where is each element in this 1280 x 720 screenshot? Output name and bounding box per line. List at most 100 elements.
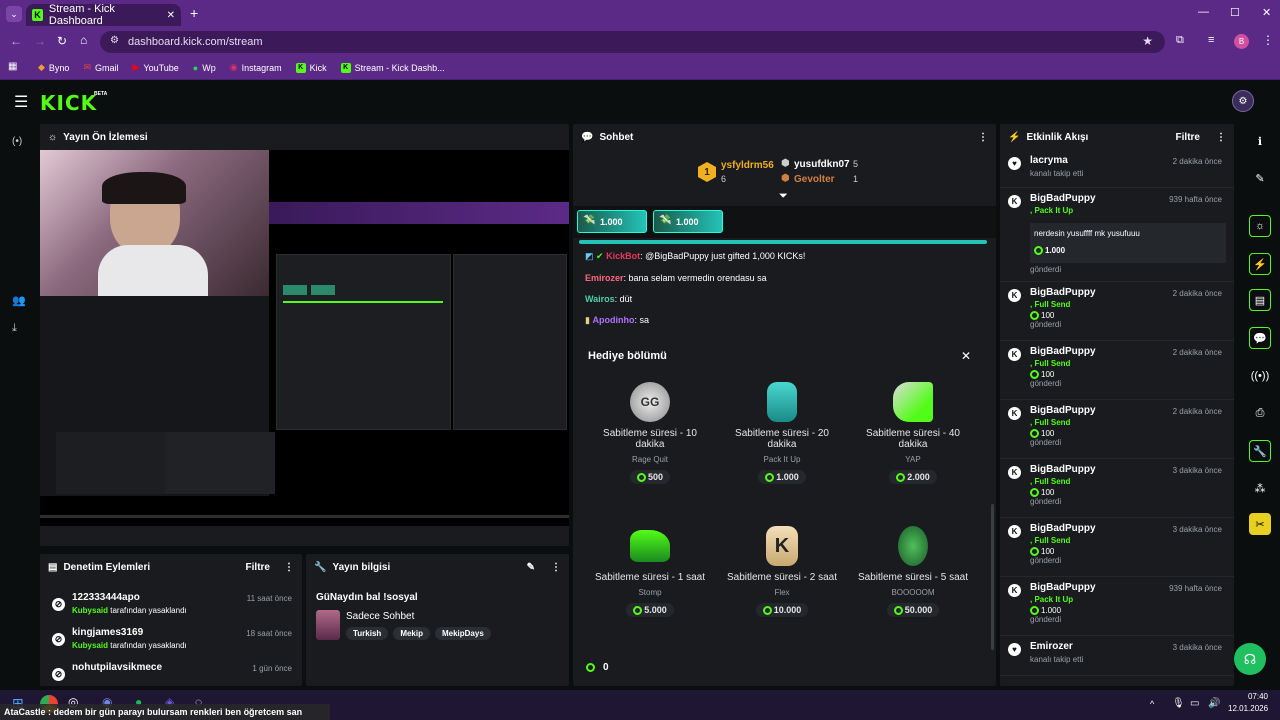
pen-icon[interactable]: ✎: [1249, 167, 1271, 189]
gift-card[interactable]: Sabitleme süresi - 40 dakika YAP 2.000: [853, 382, 973, 485]
feed-item[interactable]: K BigBadPuppy , Full Send 100 gönderdi 3…: [1000, 518, 1234, 577]
pinned-gift-2[interactable]: 💸 1.000: [653, 210, 723, 233]
mod-filter-button[interactable]: Filtre: [246, 562, 270, 573]
category-name[interactable]: Sadece Sohbet: [346, 611, 414, 622]
leader-second-name[interactable]: yusufdkn07: [794, 159, 850, 170]
mod-kebab-icon[interactable]: ⋮: [284, 562, 294, 573]
profile-avatar[interactable]: B: [1234, 34, 1249, 49]
bookmark-gmail[interactable]: ✉ Gmail: [83, 62, 118, 73]
reload-icon[interactable]: ↻: [57, 34, 67, 48]
new-tab-icon[interactable]: +: [190, 5, 198, 21]
video-preview[interactable]: [40, 150, 569, 526]
mic-icon[interactable]: 🎙: [1172, 698, 1185, 709]
bookmark-kick[interactable]: K Kick: [295, 62, 327, 73]
kicks-balance[interactable]: 0: [586, 657, 620, 677]
bookmark-byno[interactable]: ◆ Byno: [38, 62, 69, 73]
media-icon[interactable]: ≡: [1208, 34, 1214, 46]
gift-card[interactable]: K Sabitleme süresi - 2 saat Flex 10.000: [722, 526, 842, 618]
chat-username[interactable]: Wairos: [585, 294, 615, 304]
tab-kick-dashboard[interactable]: K Stream - Kick Dashboard ✕: [26, 3, 181, 27]
tag[interactable]: MekipDays: [434, 627, 491, 640]
home-icon[interactable]: ⌂: [80, 33, 87, 47]
download-icon[interactable]: ⤓: [12, 322, 17, 335]
tab-close-icon[interactable]: ✕: [167, 10, 175, 21]
url-input[interactable]: ⚙ dashboard.kick.com/stream ★: [100, 31, 1165, 53]
kick-top-nav: ☰ KICK BETA ⚙: [0, 81, 1280, 121]
feed-item[interactable]: ♥ lacryma kanalı takip etti 2 dakika önc…: [1000, 150, 1234, 188]
feed-kebab-icon[interactable]: ⋮: [1216, 132, 1226, 143]
back-icon[interactable]: ←: [10, 34, 22, 48]
chat-scrollbar[interactable]: [991, 504, 994, 650]
tag[interactable]: Mekip: [393, 627, 430, 640]
network-icon[interactable]: ▭: [1190, 698, 1199, 709]
bookmark-stream-dashboard[interactable]: K Stream - Kick Dashb...: [340, 62, 445, 73]
tag[interactable]: Turkish: [346, 627, 389, 640]
gift-card[interactable]: Sabitleme süresi - 20 dakika Pack It Up …: [722, 382, 842, 485]
feed-item[interactable]: K BigBadPuppy , Pack It Up nerdesin yusu…: [1000, 188, 1234, 282]
bookmark-wp[interactable]: ● Wp: [193, 62, 216, 73]
wrench-toggle-icon[interactable]: 🔧: [1249, 440, 1271, 462]
forward-icon[interactable]: →: [34, 34, 46, 48]
feed-item[interactable]: K BigBadPuppy , Full Send 100 gönderdi 2…: [1000, 282, 1234, 341]
info-kebab-icon[interactable]: ⋮: [551, 562, 561, 573]
gift-card[interactable]: Sabitleme süresi - 1 saat Stomp 5.000: [590, 526, 710, 618]
activity-toggle-icon[interactable]: ⚡: [1249, 253, 1271, 275]
gift-card[interactable]: GG Sabitleme süresi - 10 dakika Rage Qui…: [590, 382, 710, 485]
feed-time: 2 dakika önce: [1172, 157, 1222, 166]
tab-search-icon[interactable]: ⌄: [6, 6, 22, 22]
user-avatar[interactable]: ⚙: [1232, 90, 1254, 112]
info-icon[interactable]: ℹ: [1249, 130, 1271, 152]
feed-item[interactable]: K BigBadPuppy , Full Send 100 gönderdi 3…: [1000, 459, 1234, 518]
mod-header: ▤ Denetim Eylemleri Filtre ⋮: [40, 554, 302, 580]
clip-icon[interactable]: ✂: [1249, 513, 1271, 535]
feed-item[interactable]: ♥ Emirozer kanalı takip etti 3 dakika ön…: [1000, 636, 1234, 676]
mod-row[interactable]: ⊘ kingjames3169 Kubysaid tarafından yasa…: [46, 625, 298, 661]
leader-third-name[interactable]: Gevolter: [794, 174, 835, 185]
chat-username[interactable]: KickBot: [606, 251, 640, 261]
clock[interactable]: 07:40 12.01.2026: [1228, 692, 1268, 713]
bookmark-instagram[interactable]: ◉ Instagram: [230, 62, 282, 73]
close-window-icon[interactable]: ✕: [1262, 6, 1271, 19]
pinned-gift-1[interactable]: 💸 1.000: [577, 210, 647, 233]
support-headset-icon[interactable]: ☊: [1234, 643, 1266, 675]
bookmark-star-icon[interactable]: ★: [1142, 34, 1153, 48]
chat-toggle-icon[interactable]: 💬: [1249, 327, 1271, 349]
bolt-icon: ⚡: [1008, 131, 1021, 143]
feed-filter-button[interactable]: Filtre: [1176, 132, 1200, 143]
feed-item[interactable]: K BigBadPuppy , Pack It Up 1.000 gönderd…: [1000, 577, 1234, 636]
maximize-icon[interactable]: ☐: [1230, 6, 1240, 19]
feed-amount: 100: [1041, 311, 1055, 320]
mod-row-by: Kubysaid: [72, 641, 109, 650]
gift-price: 500: [629, 470, 671, 485]
broadcast-toggle-icon[interactable]: ((•)): [1249, 365, 1271, 387]
tray-chevron-icon[interactable]: ^: [1150, 699, 1154, 709]
mod-row[interactable]: ⊘ 122333444apo Kubysaid tarafından yasak…: [46, 590, 298, 626]
feed-item[interactable]: K BigBadPuppy , Full Send 100 gönderdi 2…: [1000, 400, 1234, 459]
chat-kebab-icon[interactable]: ⋮: [978, 132, 988, 143]
menu-kebab-icon[interactable]: ⋮: [1262, 33, 1274, 47]
print-icon[interactable]: ⎙: [1249, 402, 1271, 424]
mod-row[interactable]: ⊘ nohutpilavsikmece 1 gün önce: [46, 660, 298, 686]
leader-first-name[interactable]: ysfyldrm56: [721, 160, 774, 171]
feed-item[interactable]: K BigBadPuppy , Full Send 100 gönderdi 2…: [1000, 341, 1234, 400]
minimize-icon[interactable]: —: [1198, 6, 1209, 18]
chat-username[interactable]: Emirozer: [585, 273, 624, 283]
collapse-chevron-icon[interactable]: ⏷: [779, 190, 788, 203]
kick-logo[interactable]: KICK: [40, 91, 97, 115]
bookmark-youtube[interactable]: ▶ YouTube: [133, 62, 179, 73]
apps-grid-icon[interactable]: ▦: [8, 61, 17, 72]
gift-close-icon[interactable]: ✕: [961, 349, 971, 363]
mod-toggle-icon[interactable]: ▤: [1249, 289, 1271, 311]
chat-username[interactable]: Apodinho: [592, 315, 634, 325]
preview-toggle-icon[interactable]: ☼: [1249, 215, 1271, 237]
extensions-icon[interactable]: ⧉: [1176, 34, 1184, 47]
volume-icon[interactable]: 🔊: [1208, 698, 1220, 709]
broadcast-icon[interactable]: (•): [12, 136, 22, 147]
feed-tail: gönderdi: [1030, 438, 1062, 448]
gift-card[interactable]: Sabitleme süresi - 5 saat BOOOOOM 50.000: [853, 526, 973, 618]
hamburger-menu-icon[interactable]: ☰: [14, 92, 28, 112]
site-info-icon[interactable]: ⚙: [110, 35, 119, 46]
share-icon[interactable]: ⁂: [1249, 477, 1271, 499]
users-icon[interactable]: 👥: [12, 294, 26, 307]
edit-pencil-icon[interactable]: ✎: [527, 562, 535, 573]
